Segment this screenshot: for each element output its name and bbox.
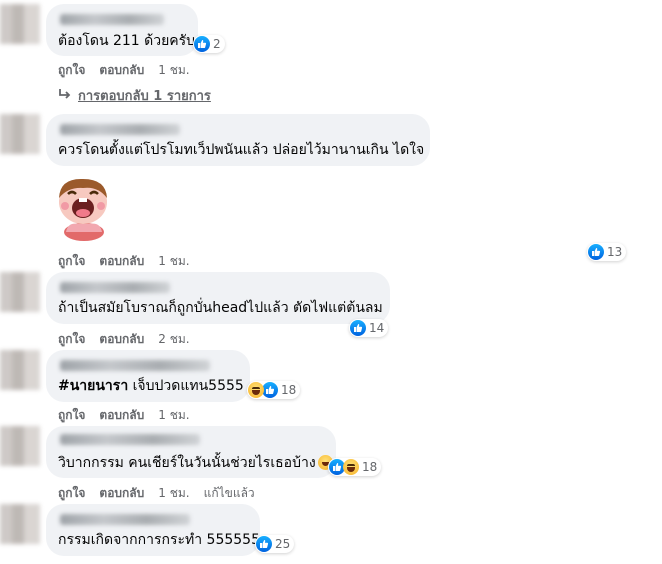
like-icon (194, 36, 210, 52)
like-button[interactable]: ถูกใจ (58, 61, 85, 80)
comment-bubble: ควรโดนตั้งแต่โปรโมทเว็ปพนันแล้ว ปล่อยไว้… (46, 114, 430, 166)
reply-button[interactable]: ตอบกลับ (99, 252, 144, 271)
avatar[interactable] (0, 4, 40, 44)
timestamp[interactable]: 1 ชม. (158, 61, 189, 80)
hashtag-link[interactable]: #นายนารา (58, 378, 128, 394)
reply-button[interactable]: ตอบกลับ (99, 330, 144, 349)
view-replies-link[interactable]: การตอบกลับ 1 รายการ (58, 85, 211, 106)
comment-actions: ถูกใจ ตอบกลับ 1 ชม. (58, 252, 190, 271)
comment-text: วิบากกรรม คนเชียร์ในวันนั้นช่วยไรเธอบ้าง (58, 454, 333, 472)
comment-bubble: ต้องโดน 211 ด้วยครับ (46, 4, 198, 56)
like-icon (256, 536, 272, 552)
reaction-summary[interactable]: 13 (587, 243, 627, 261)
like-icon (588, 244, 604, 260)
avatar[interactable] (0, 350, 40, 390)
like-button[interactable]: ถูกใจ (58, 252, 85, 271)
avatar[interactable] (0, 504, 40, 544)
comment-bubble: ถ้าเป็นสมัยโบราณก็ถูกบั่นheadไปแล้ว ตัดไ… (46, 272, 390, 324)
laughing-sticker (48, 172, 120, 248)
commenter-name-blurred[interactable] (60, 360, 210, 371)
reaction-count: 18 (281, 383, 297, 397)
reaction-summary[interactable]: 2 (193, 35, 225, 53)
comment-text: #นายนารา เจ็บปวดแทน5555 (58, 377, 244, 395)
commenter-name-blurred[interactable] (60, 514, 190, 525)
reply-button[interactable]: ตอบกลับ (99, 406, 144, 425)
comment-text: ต้องโดน 211 ด้วยครับ (58, 33, 196, 49)
comment-text: กรรมเกิดจากการกระทำ 555555 (58, 532, 260, 548)
comment-bubble: วิบากกรรม คนเชียร์ในวันนั้นช่วยไรเธอบ้าง (46, 426, 336, 478)
commenter-name-blurred[interactable] (60, 14, 164, 25)
avatar[interactable] (0, 426, 40, 466)
comment-text-body: เจ็บปวดแทน5555 (128, 378, 244, 394)
edited-label[interactable]: แก้ไขแล้ว (204, 484, 255, 503)
like-icon (350, 320, 366, 336)
comment-bubble: #นายนารา เจ็บปวดแทน5555 (46, 350, 250, 402)
commenter-name-blurred[interactable] (60, 124, 180, 135)
reply-button[interactable]: ตอบกลับ (99, 61, 144, 80)
comment-actions: ถูกใจ ตอบกลับ 1 ชม. แก้ไขแล้ว (58, 484, 255, 503)
reply-button[interactable]: ตอบกลับ (99, 484, 144, 503)
comment-text-body: วิบากกรรม คนเชียร์ในวันนั้นช่วยไรเธอบ้าง (58, 455, 316, 471)
haha-icon (343, 459, 359, 475)
reaction-count: 25 (275, 537, 291, 551)
reaction-count: 14 (369, 321, 385, 335)
timestamp[interactable]: 1 ชม. (158, 406, 189, 425)
comment-text: ถ้าเป็นสมัยโบราณก็ถูกบั่นheadไปแล้ว ตัดไ… (58, 300, 383, 316)
avatar[interactable] (0, 272, 40, 312)
like-button[interactable]: ถูกใจ (58, 406, 85, 425)
reaction-summary[interactable]: 14 (349, 319, 389, 337)
comment-text: ควรโดนตั้งแต่โปรโมทเว็ปพนันแล้ว ปล่อยไว้… (58, 142, 425, 158)
commenter-name-blurred[interactable] (60, 282, 170, 293)
comment-actions: ถูกใจ ตอบกลับ 2 ชม. (58, 330, 190, 349)
reaction-summary[interactable]: 18 (247, 381, 301, 399)
view-replies-label: การตอบกลับ 1 รายการ (78, 89, 211, 104)
reaction-count: 2 (213, 37, 221, 51)
comment-actions: ถูกใจ ตอบกลับ 1 ชม. (58, 61, 190, 80)
reaction-count: 18 (362, 460, 378, 474)
like-button[interactable]: ถูกใจ (58, 484, 85, 503)
reaction-summary[interactable]: 25 (255, 535, 295, 553)
reaction-summary[interactable]: 18 (328, 458, 382, 476)
like-button[interactable]: ถูกใจ (58, 330, 85, 349)
avatar[interactable] (0, 114, 40, 154)
haha-icon (248, 382, 264, 398)
timestamp[interactable]: 2 ชม. (158, 330, 189, 349)
like-icon (262, 382, 278, 398)
timestamp[interactable]: 1 ชม. (158, 484, 189, 503)
comment-bubble: กรรมเกิดจากการกระทำ 555555 (46, 504, 260, 556)
timestamp[interactable]: 1 ชม. (158, 252, 189, 271)
reply-arrow-icon (58, 88, 72, 104)
comment-actions: ถูกใจ ตอบกลับ 1 ชม. (58, 406, 190, 425)
commenter-name-blurred[interactable] (60, 434, 200, 445)
reaction-count: 13 (607, 245, 623, 259)
